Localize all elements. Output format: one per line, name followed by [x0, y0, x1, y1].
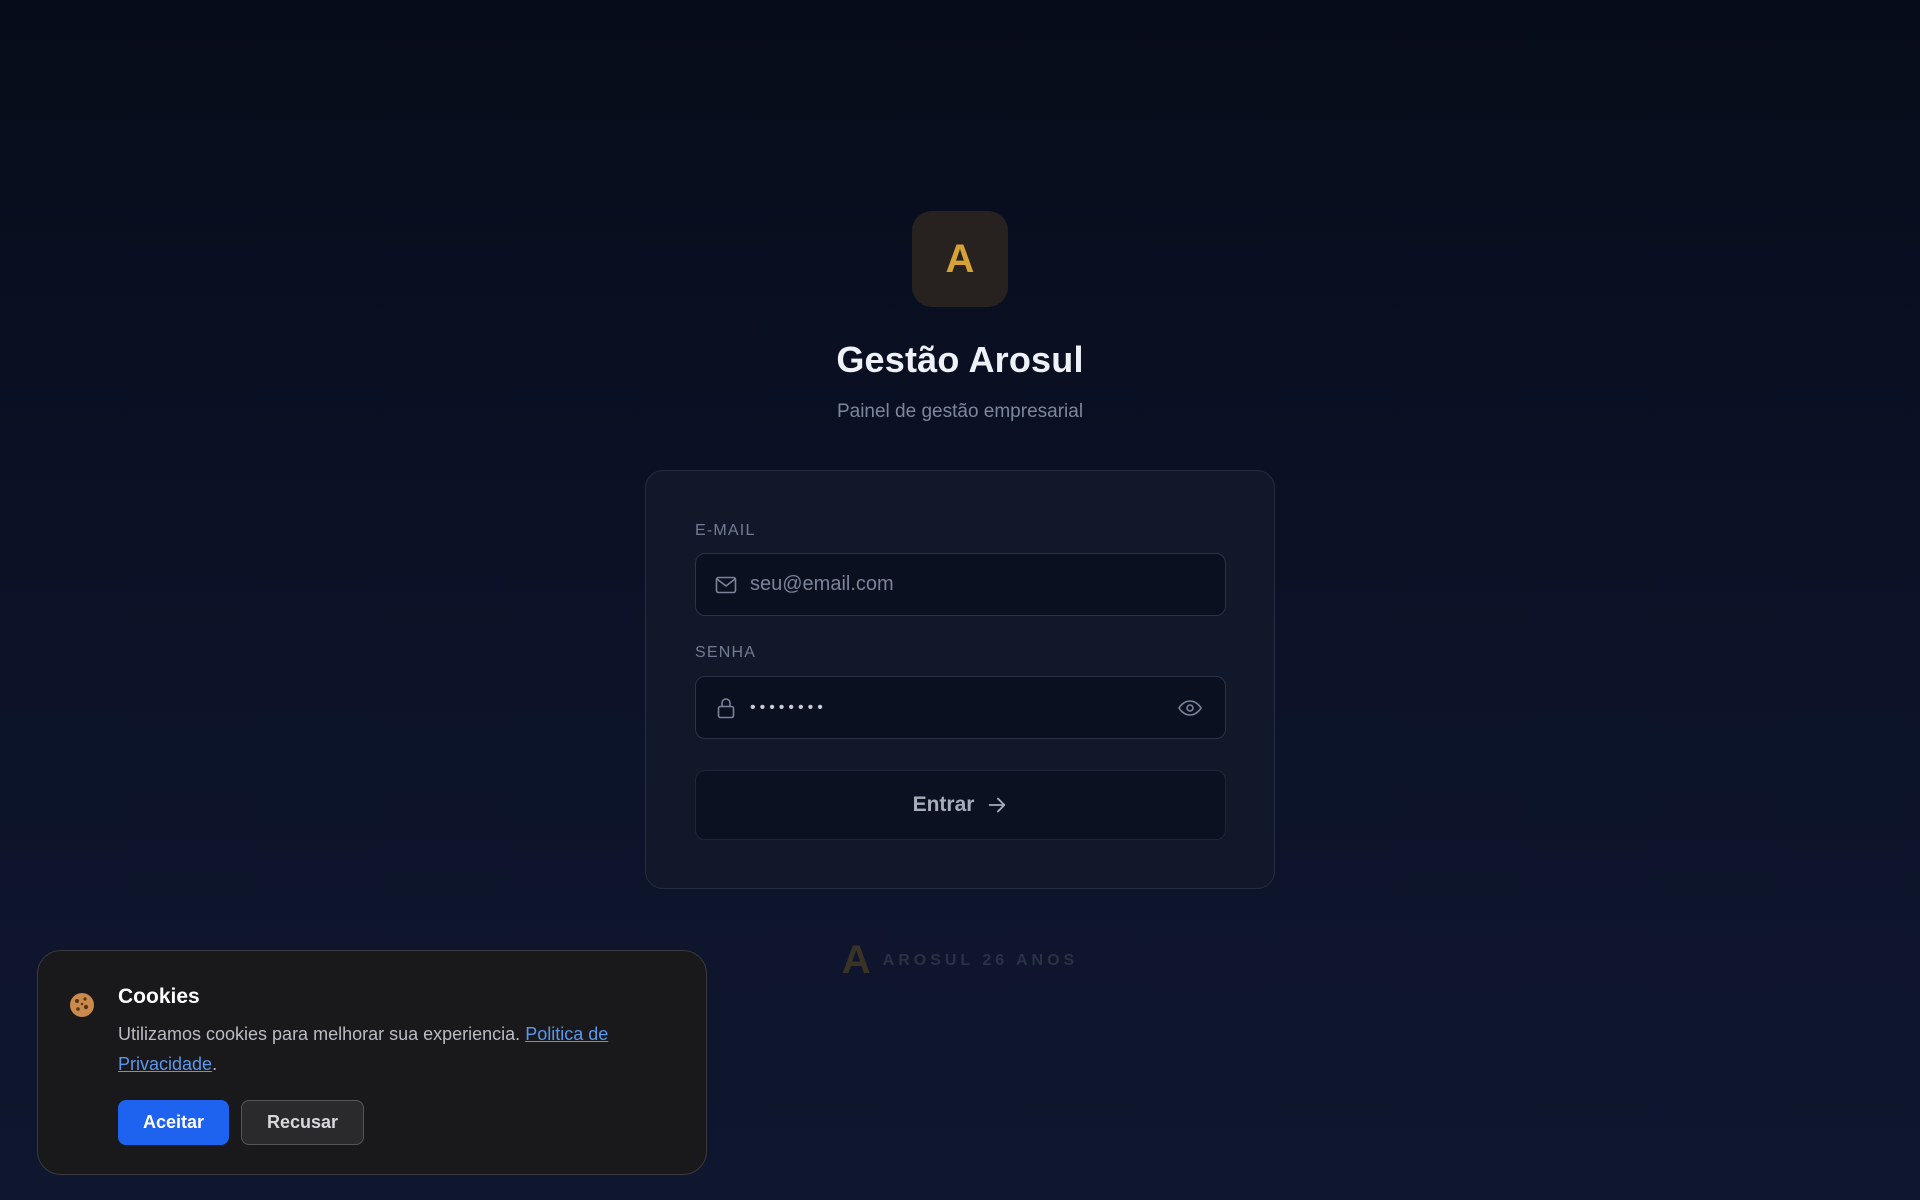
- cookie-title: Cookies: [118, 985, 200, 1008]
- login-card: E-MAIL SENHA Entrar: [645, 470, 1275, 889]
- password-input[interactable]: [750, 677, 1150, 738]
- cookie-banner: Cookies Utilizamos cookies para melhorar…: [37, 950, 707, 1175]
- app-logo: A: [912, 211, 1008, 307]
- cookie-message: Utilizamos cookies para melhorar sua exp…: [118, 1024, 521, 1044]
- password-label: SENHA: [695, 644, 757, 661]
- email-label: E-MAIL: [695, 522, 756, 539]
- eye-icon[interactable]: [1177, 696, 1203, 720]
- password-field-wrapper: [695, 676, 1226, 739]
- cookie-text-period: .: [212, 1054, 218, 1074]
- footer-logo-mark: A: [841, 938, 871, 982]
- cookie-icon: [70, 993, 94, 1017]
- cookie-text: Utilizamos cookies para melhorar sua exp…: [118, 1019, 678, 1079]
- login-button[interactable]: Entrar: [695, 770, 1226, 840]
- page-title: Gestão Arosul: [836, 339, 1084, 380]
- arrow-right-icon: [989, 797, 1006, 813]
- reject-cookies-button[interactable]: Recusar: [241, 1100, 364, 1145]
- email-field-wrapper: [695, 553, 1226, 616]
- mail-icon: [715, 576, 737, 594]
- login-button-label: Entrar: [912, 793, 975, 816]
- accept-cookies-button[interactable]: Aceitar: [118, 1100, 229, 1145]
- email-input[interactable]: [750, 554, 1150, 615]
- footer-text: AROSUL 26 ANOS: [882, 951, 1079, 969]
- page-subtitle: Painel de gestão empresarial: [836, 401, 1084, 422]
- brand-header: A Gestão Arosul Painel de gestão empresa…: [0, 211, 1920, 423]
- lock-icon: [717, 698, 735, 719]
